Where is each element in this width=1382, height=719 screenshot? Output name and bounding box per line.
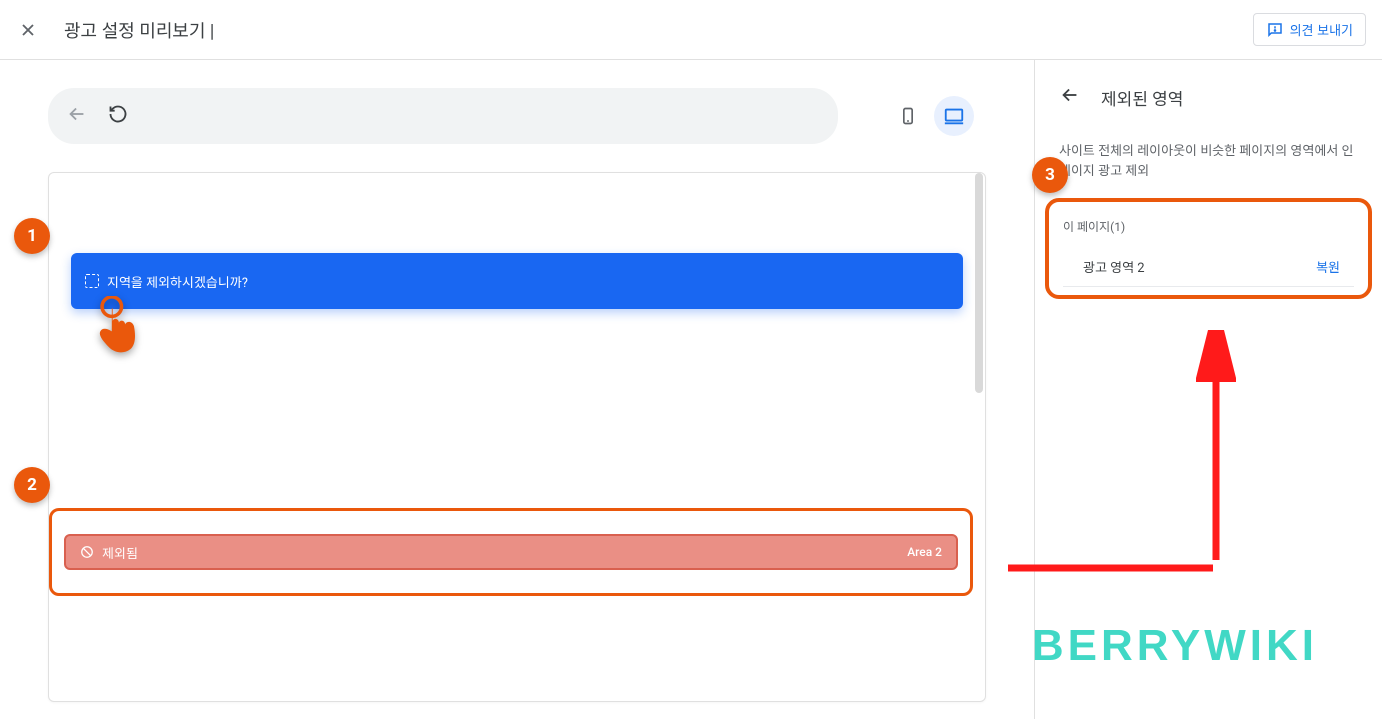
excluded-area-highlight: 제외됨 Area 2: [49, 508, 973, 596]
list-item: 광고 영역 2 복원: [1063, 247, 1354, 287]
back-icon[interactable]: [66, 103, 88, 129]
arrow-up-icon: [1196, 330, 1236, 570]
back-arrow-icon[interactable]: [1059, 84, 1081, 110]
callout-badge-2: 2: [14, 467, 50, 503]
exclude-area-label: 지역을 제외하시겠습니까?: [107, 272, 248, 291]
header-left: 광고 설정 미리보기 |: [16, 17, 214, 43]
sidebar-title: 제외된 영역: [1101, 85, 1183, 110]
reload-icon[interactable]: [108, 104, 128, 128]
excluded-areas-card: 이 페이지(1) 광고 영역 2 복원: [1045, 198, 1372, 299]
header-bar: 광고 설정 미리보기 | 의견 보내기: [0, 0, 1382, 60]
hand-cursor-icon: [90, 296, 146, 358]
exclude-area-bar[interactable]: 지역을 제외하시겠습니까?: [71, 253, 963, 309]
url-bar: [48, 88, 838, 144]
close-icon[interactable]: [16, 18, 40, 42]
block-icon: [80, 545, 94, 559]
device-toggle: [888, 96, 974, 136]
excluded-bar-label: 제외됨: [102, 543, 138, 562]
main-panel: 지역을 제외하시겠습니까? 제외됨 Area 2: [0, 60, 1034, 719]
callout-badge-1: 1: [14, 218, 50, 254]
watermark: BERRYWIKI: [1032, 621, 1318, 671]
sidebar-header: 제외된 영역: [1035, 84, 1382, 118]
sidebar-description: 사이트 전체의 레이아웃이 비슷한 페이지의 영역에서 인페이지 광고 제외: [1035, 118, 1382, 182]
desktop-icon[interactable]: [934, 96, 974, 136]
feedback-label: 의견 보내기: [1290, 20, 1353, 39]
excluded-bar-area: Area 2: [907, 545, 942, 559]
area-name: 광고 영역 2: [1083, 257, 1145, 276]
excluded-bar[interactable]: 제외됨 Area 2: [64, 534, 958, 570]
selection-icon: [85, 274, 99, 288]
page-title: 광고 설정 미리보기 |: [64, 17, 214, 43]
card-title: 이 페이지(1): [1063, 218, 1354, 235]
restore-button[interactable]: 복원: [1316, 257, 1340, 276]
mobile-icon[interactable]: [888, 96, 928, 136]
preview-frame: 지역을 제외하시겠습니까? 제외됨 Area 2: [48, 172, 986, 702]
scroll-indicator[interactable]: [975, 173, 983, 393]
feedback-button[interactable]: 의견 보내기: [1253, 13, 1366, 46]
feedback-icon: [1266, 21, 1284, 39]
arrow-right-icon: [1008, 553, 1218, 583]
callout-badge-3: 3: [1032, 157, 1068, 193]
